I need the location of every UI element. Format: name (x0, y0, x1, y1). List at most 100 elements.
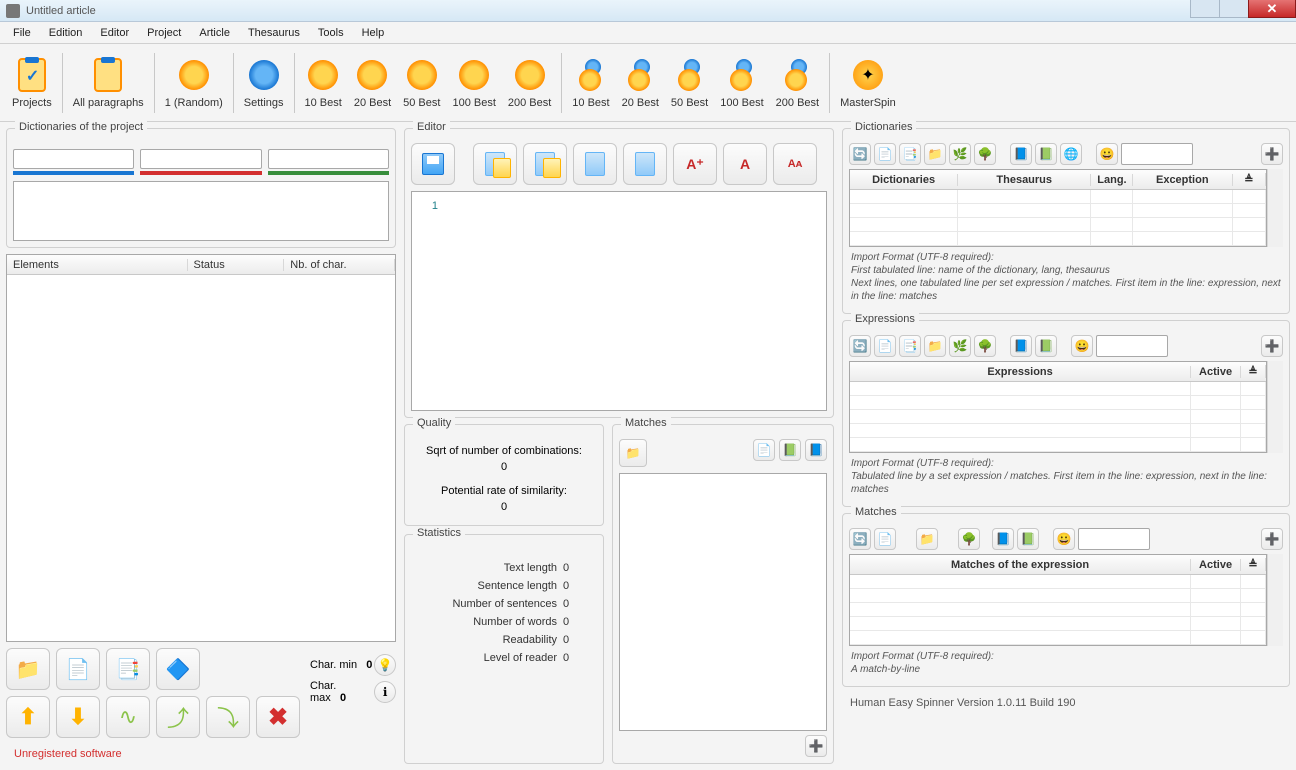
dict-btn-4[interactable]: 📁 (924, 143, 946, 165)
expr-col-sort[interactable]: ≜ (1241, 365, 1266, 378)
rmatch-btn-7[interactable]: 😀 (1053, 528, 1075, 550)
best-200-button[interactable]: 200 Best (502, 55, 557, 111)
expr-btn-2[interactable]: 📄 (874, 335, 896, 357)
dict-btn-3[interactable]: 📑 (899, 143, 921, 165)
rmatch-col-matches[interactable]: Matches of the expression (850, 559, 1191, 571)
best-50-button[interactable]: 50 Best (397, 55, 446, 111)
project-dict-combo-2[interactable] (140, 149, 261, 169)
menu-help[interactable]: Help (353, 25, 394, 41)
mix-50-button[interactable]: 50 Best (665, 55, 714, 111)
menu-file[interactable]: File (4, 25, 40, 41)
rmatch-btn-6[interactable]: 📗 (1017, 528, 1039, 550)
masterspin-button[interactable]: ✦MasterSpin (834, 55, 902, 111)
dict-col-dictionaries[interactable]: Dictionaries (850, 174, 958, 186)
project-dict-combo-3[interactable] (268, 149, 389, 169)
dict-btn-7[interactable]: 📘 (1010, 143, 1032, 165)
expr-btn-5[interactable]: 🌿 (949, 335, 971, 357)
curve-1-button[interactable]: ∿ (106, 696, 150, 738)
menu-project[interactable]: Project (138, 25, 190, 41)
editor-save-button[interactable] (411, 143, 455, 185)
matches-refresh-button[interactable]: 📁 (619, 439, 647, 467)
menu-editor[interactable]: Editor (91, 25, 138, 41)
rmatch-scrollbar[interactable] (1267, 554, 1283, 646)
dict-btn-2[interactable]: 📄 (874, 143, 896, 165)
best-10-button[interactable]: 10 Best (299, 55, 348, 111)
rmatch-btn-5[interactable]: 📘 (992, 528, 1014, 550)
project-dict-combo-1[interactable] (13, 149, 134, 169)
dict-col-exception[interactable]: Exception (1133, 174, 1233, 186)
expr-btn-10[interactable]: ➕ (1261, 335, 1283, 357)
dict-btn-10[interactable]: 😀 (1096, 143, 1118, 165)
matches-tool-2-button[interactable]: 📗 (779, 439, 801, 461)
add-file-button[interactable]: 📄 (56, 648, 100, 690)
close-button[interactable]: ✕ (1248, 0, 1296, 18)
editor-paste-button[interactable] (523, 143, 567, 185)
editor-font-small-button[interactable]: Aᴀ (773, 143, 817, 185)
expr-scrollbar[interactable] (1267, 361, 1283, 453)
move-down-button[interactable]: ⬇ (56, 696, 100, 738)
rmatch-col-sort[interactable]: ≜ (1241, 558, 1266, 571)
dict-btn-11[interactable]: ➕ (1261, 143, 1283, 165)
matches-add-button[interactable]: ➕ (805, 735, 827, 757)
menu-thesaurus[interactable]: Thesaurus (239, 25, 309, 41)
expr-col-expressions[interactable]: Expressions (850, 366, 1191, 378)
curve-3-button[interactable]: ⤵ (206, 696, 250, 738)
dict-search-input[interactable] (1121, 143, 1193, 165)
matches-tool-1-button[interactable]: 📄 (753, 439, 775, 461)
expr-btn-3[interactable]: 📑 (899, 335, 921, 357)
right-matches-table[interactable]: Matches of the expression Active ≜ (849, 554, 1267, 646)
dict-btn-6[interactable]: 🌳 (974, 143, 996, 165)
rmatch-btn-3[interactable]: 📁 (916, 528, 938, 550)
best-20-button[interactable]: 20 Best (348, 55, 397, 111)
expr-col-active[interactable]: Active (1191, 366, 1241, 378)
delete-button[interactable]: ✖ (256, 696, 300, 738)
expr-btn-9[interactable]: 😀 (1071, 335, 1093, 357)
mix-100-button[interactable]: 100 Best (714, 55, 769, 111)
rmatch-search-input[interactable] (1078, 528, 1150, 550)
editor-page-2-button[interactable] (623, 143, 667, 185)
menu-article[interactable]: Article (190, 25, 239, 41)
mix-200-button[interactable]: 200 Best (770, 55, 825, 111)
nbchar-column-header[interactable]: Nb. of char. (284, 259, 395, 271)
mix-20-button[interactable]: 20 Best (616, 55, 665, 111)
dict-col-sort[interactable]: ≜ (1233, 173, 1266, 186)
char-info-icon[interactable]: ℹ (374, 681, 396, 703)
menu-edition[interactable]: Edition (40, 25, 92, 41)
editor-page-1-button[interactable] (573, 143, 617, 185)
editor-font-large-button[interactable]: A⁺ (673, 143, 717, 185)
add-folder-button[interactable]: 📁 (6, 648, 50, 690)
elements-column-header[interactable]: Elements (7, 259, 188, 271)
project-dict-list[interactable] (13, 181, 389, 241)
settings-button[interactable]: Settings (238, 55, 290, 111)
rmatch-btn-8[interactable]: ➕ (1261, 528, 1283, 550)
expr-btn-8[interactable]: 📗 (1035, 335, 1057, 357)
expr-btn-6[interactable]: 🌳 (974, 335, 996, 357)
best-100-button[interactable]: 100 Best (446, 55, 501, 111)
matches-list[interactable] (619, 473, 827, 731)
status-column-header[interactable]: Status (188, 259, 285, 271)
char-warn-icon[interactable]: 💡 (374, 654, 396, 676)
editor-textarea[interactable]: 1 (411, 191, 827, 411)
cube-button[interactable]: 🔷 (156, 648, 200, 690)
curve-2-button[interactable]: ⤴ (156, 696, 200, 738)
duplicate-button[interactable]: 📑 (106, 648, 150, 690)
elements-table[interactable]: Elements Status Nb. of char. (6, 254, 396, 642)
expr-btn-7[interactable]: 📘 (1010, 335, 1032, 357)
dict-scrollbar[interactable] (1267, 169, 1283, 247)
dict-btn-1[interactable]: 🔄 (849, 143, 871, 165)
expr-btn-4[interactable]: 📁 (924, 335, 946, 357)
dict-col-thesaurus[interactable]: Thesaurus (958, 174, 1091, 186)
editor-font-medium-button[interactable]: A (723, 143, 767, 185)
projects-button[interactable]: Projects (6, 55, 58, 111)
rmatch-btn-1[interactable]: 🔄 (849, 528, 871, 550)
dict-col-lang[interactable]: Lang. (1091, 174, 1133, 186)
expr-search-input[interactable] (1096, 335, 1168, 357)
mix-10-button[interactable]: 10 Best (566, 55, 615, 111)
rmatch-btn-2[interactable]: 📄 (874, 528, 896, 550)
rmatch-col-active[interactable]: Active (1191, 559, 1241, 571)
dict-btn-5[interactable]: 🌿 (949, 143, 971, 165)
matches-tool-3-button[interactable]: 📘 (805, 439, 827, 461)
rmatch-btn-4[interactable]: 🌳 (958, 528, 980, 550)
dict-btn-9[interactable]: 🌐 (1060, 143, 1082, 165)
expr-btn-1[interactable]: 🔄 (849, 335, 871, 357)
